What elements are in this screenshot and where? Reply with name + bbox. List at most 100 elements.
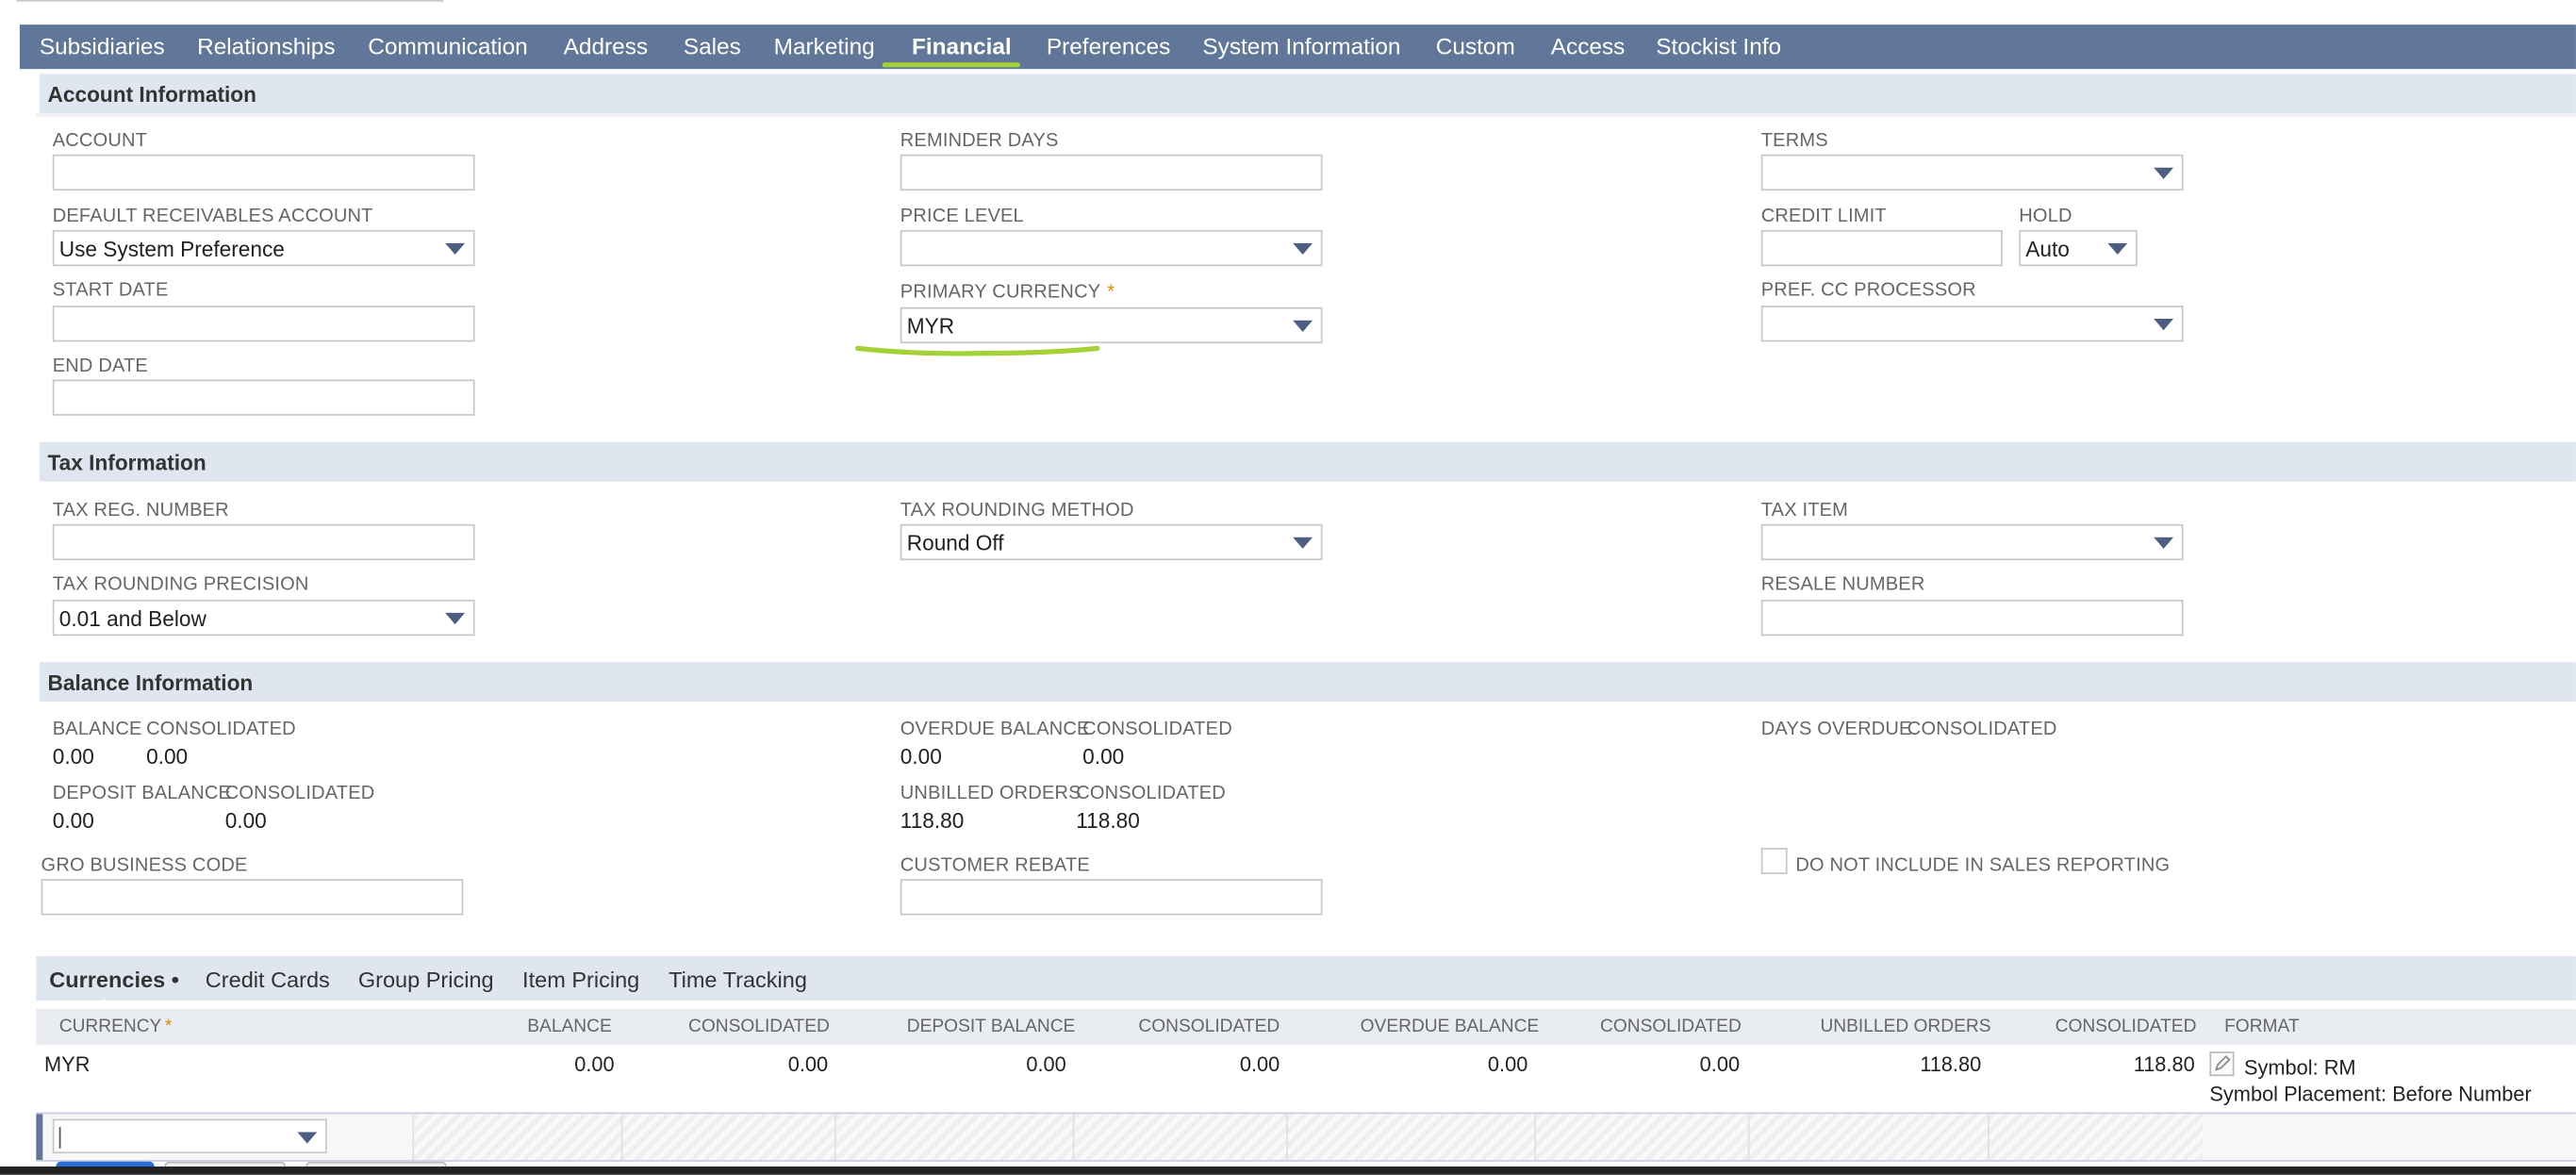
terms-select[interactable] bbox=[1760, 154, 2184, 191]
unbilled-consolidated-label: CONSOLIDATED bbox=[1076, 784, 1226, 803]
do-not-include-checkbox[interactable] bbox=[1760, 848, 1788, 874]
format-symbol: Symbol: RM bbox=[2243, 1056, 2356, 1080]
deposit-consolidated-label: CONSOLIDATED bbox=[224, 784, 375, 803]
default-receivables-select[interactable]: Use System Preference bbox=[52, 229, 475, 267]
chevron-down-icon bbox=[445, 612, 466, 625]
resale-input[interactable] bbox=[1760, 599, 2184, 637]
chevron-down-icon bbox=[1293, 242, 1313, 256]
default-receivables-label: DEFAULT RECEIVABLES ACCOUNT bbox=[52, 207, 373, 227]
gro-input[interactable] bbox=[41, 879, 464, 916]
top-divider bbox=[16, 0, 444, 2]
account-info-header[interactable]: Account Information bbox=[39, 74, 2576, 114]
cell-currency: MYR bbox=[44, 1052, 91, 1077]
account-input[interactable] bbox=[52, 154, 475, 191]
disabled-cell bbox=[834, 1114, 1075, 1161]
subtab-currencies[interactable]: Currencies • bbox=[49, 968, 179, 992]
tab-relationships[interactable]: Relationships bbox=[197, 33, 335, 59]
subtab-item-pricing[interactable]: Item Pricing bbox=[522, 968, 639, 992]
chevron-down-icon bbox=[1293, 320, 1313, 332]
col-currency-text: CURRENCY bbox=[58, 1017, 162, 1037]
rebate-input[interactable] bbox=[900, 879, 1323, 916]
col-currency: CURRENCY * bbox=[59, 1017, 173, 1036]
price-level-select[interactable] bbox=[900, 229, 1323, 267]
tab-subsidiaries[interactable]: Subsidiaries bbox=[40, 33, 165, 59]
balance-consolidated-label: CONSOLIDATED bbox=[146, 720, 296, 740]
cell-balance: 0.00 bbox=[574, 1052, 615, 1077]
tab-address[interactable]: Address bbox=[564, 33, 648, 59]
rounding-method-label: TAX ROUNDING METHOD bbox=[900, 501, 1134, 521]
disabled-cell bbox=[412, 1114, 623, 1161]
reminder-days-label: REMINDER DAYS bbox=[900, 131, 1059, 152]
tax-item-select[interactable] bbox=[1760, 523, 2184, 561]
balance-consolidated-value: 0.00 bbox=[146, 744, 189, 770]
chevron-down-icon bbox=[2154, 167, 2174, 179]
start-date-label: START DATE bbox=[52, 280, 169, 301]
do-not-include-label: DO NOT INCLUDE IN SALES REPORTING bbox=[1795, 855, 2171, 876]
subtab-time-tracking[interactable]: Time Tracking bbox=[669, 968, 807, 992]
hold-select[interactable]: Auto bbox=[2019, 229, 2138, 267]
disabled-cell bbox=[1534, 1114, 1750, 1161]
table-row[interactable]: MYR 0.00 0.00 0.00 0.00 0.00 0.00 118.80… bbox=[36, 1047, 2576, 1113]
tax-item-label: TAX ITEM bbox=[1760, 501, 1849, 521]
deposit-label: DEPOSIT BALANCE bbox=[52, 784, 232, 803]
format-placement: Symbol Placement: Before Number bbox=[2209, 1083, 2532, 1106]
tab-access[interactable]: Access bbox=[1551, 33, 1626, 59]
reminder-days-input[interactable] bbox=[900, 154, 1323, 191]
edit-icon[interactable] bbox=[2209, 1051, 2235, 1077]
tab-system-information[interactable]: System Information bbox=[1202, 33, 1400, 59]
select-value: Use System Preference bbox=[58, 236, 285, 262]
days-overdue-consolidated-label: CONSOLIDATED bbox=[1907, 720, 2057, 740]
resale-label: RESALE NUMBER bbox=[1760, 574, 1925, 595]
gro-label: GRO BUSINESS CODE bbox=[41, 855, 248, 876]
credit-limit-label: CREDIT LIMIT bbox=[1760, 207, 1887, 227]
chevron-down-icon bbox=[2154, 537, 2174, 549]
row-marker bbox=[36, 1114, 43, 1161]
overdue-consolidated-value: 0.00 bbox=[1082, 744, 1125, 770]
tab-marketing[interactable]: Marketing bbox=[774, 33, 875, 59]
col-consolidated: CONSOLIDATED bbox=[2055, 1017, 2197, 1037]
chevron-down-icon bbox=[1293, 537, 1313, 549]
cell-consolidated: 0.00 bbox=[787, 1052, 829, 1077]
end-date-input[interactable] bbox=[52, 379, 475, 416]
terms-label: TERMS bbox=[1760, 131, 1828, 152]
rounding-precision-select[interactable]: 0.01 and Below bbox=[52, 599, 475, 637]
chevron-down-icon bbox=[297, 1132, 318, 1144]
cell-overdue-balance: 0.00 bbox=[1487, 1052, 1528, 1077]
disabled-cell bbox=[1747, 1114, 1990, 1161]
window-bottom-edge bbox=[0, 1167, 2576, 1175]
select-value: MYR bbox=[906, 313, 955, 339]
section-strip bbox=[36, 113, 2576, 117]
tab-stockist-info[interactable]: Stockist Info bbox=[1656, 33, 1781, 59]
cell-unbilled-orders: 118.80 bbox=[1920, 1052, 1982, 1077]
new-currency-select[interactable] bbox=[52, 1118, 327, 1154]
subtab-group-pricing[interactable]: Group Pricing bbox=[358, 968, 494, 992]
tab-custom[interactable]: Custom bbox=[1436, 33, 1515, 59]
col-unbilled-orders: UNBILLED ORDERS bbox=[1820, 1017, 1991, 1037]
pref-cc-select[interactable] bbox=[1760, 306, 2184, 342]
deposit-consolidated-value: 0.00 bbox=[224, 808, 267, 834]
tab-communication[interactable]: Communication bbox=[368, 33, 527, 59]
active-tab-highlight bbox=[882, 62, 1020, 68]
tab-sales[interactable]: Sales bbox=[684, 33, 741, 59]
rounding-method-select[interactable]: Round Off bbox=[900, 523, 1323, 561]
tax-info-header[interactable]: Tax Information bbox=[39, 441, 2576, 482]
start-date-input[interactable] bbox=[52, 306, 475, 342]
primary-currency-label: PRIMARY CURRENCY * bbox=[900, 283, 1115, 303]
tax-reg-input[interactable] bbox=[52, 523, 475, 561]
credit-limit-input[interactable] bbox=[1760, 229, 2003, 267]
tab-preferences[interactable]: Preferences bbox=[1047, 33, 1171, 59]
rounding-precision-label: TAX ROUNDING PRECISION bbox=[52, 574, 309, 595]
pref-cc-label: PREF. CC PROCESSOR bbox=[1760, 280, 1976, 301]
section-title: Balance Information bbox=[47, 670, 254, 695]
select-value: Round Off bbox=[906, 530, 1004, 555]
tab-financial[interactable]: Financial bbox=[912, 33, 1012, 59]
unbilled-consolidated-value: 118.80 bbox=[1076, 808, 1140, 834]
balance-info-header[interactable]: Balance Information bbox=[39, 662, 2576, 702]
section-title: Tax Information bbox=[47, 450, 206, 475]
chevron-down-icon bbox=[445, 242, 466, 256]
account-label: ACCOUNT bbox=[52, 131, 148, 152]
subtab-credit-cards[interactable]: Credit Cards bbox=[206, 968, 330, 992]
balance-label: BALANCE bbox=[52, 720, 142, 740]
select-value: 0.01 and Below bbox=[58, 605, 206, 632]
disabled-cell bbox=[620, 1114, 836, 1161]
